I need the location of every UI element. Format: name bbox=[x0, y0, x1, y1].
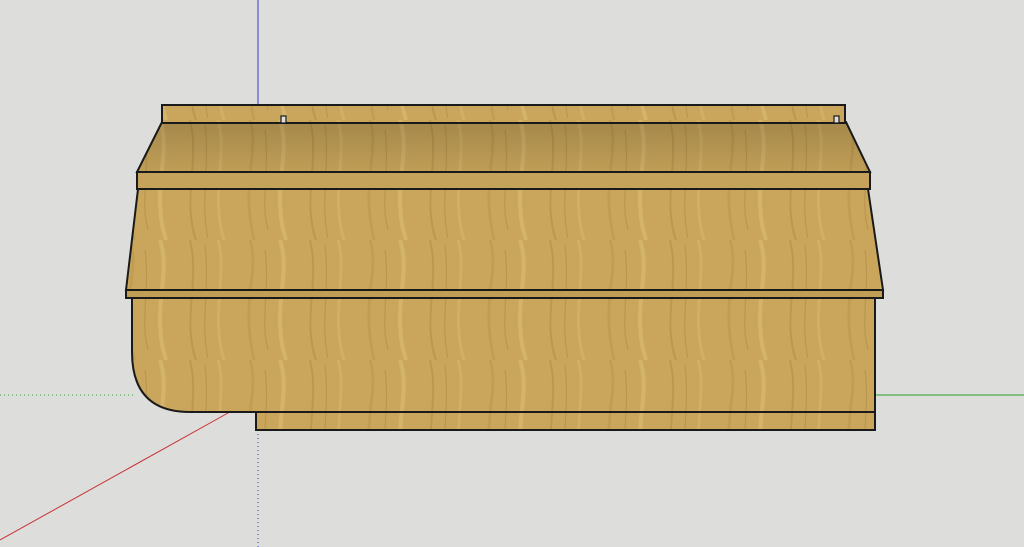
model-top-lid[interactable] bbox=[161, 104, 846, 124]
model-middle-trim[interactable] bbox=[125, 289, 884, 299]
viewport-canvas[interactable] bbox=[0, 0, 1024, 547]
model-notch-right bbox=[833, 115, 840, 124]
red-axis bbox=[0, 412, 229, 541]
model-notch-left bbox=[280, 115, 287, 124]
3d-modeling-viewport[interactable] bbox=[0, 0, 1024, 547]
model-top-band[interactable] bbox=[136, 171, 871, 190]
model-upper-body[interactable] bbox=[124, 188, 885, 291]
model-lower-body[interactable] bbox=[131, 295, 876, 413]
